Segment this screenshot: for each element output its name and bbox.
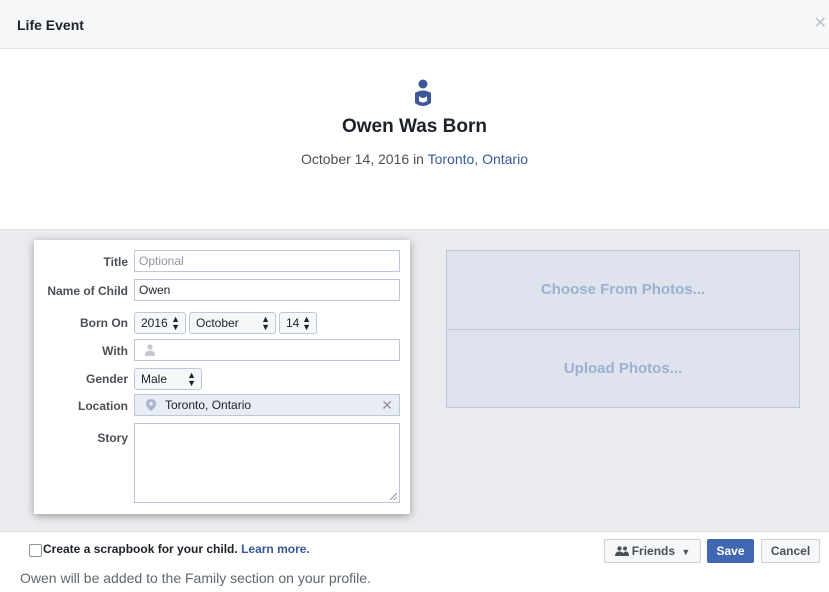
event-form: Title Optional Name of Child Owen Born O… — [34, 240, 410, 514]
title-input[interactable]: Optional — [134, 250, 400, 272]
save-button[interactable]: Save — [707, 539, 754, 563]
dialog-footer: Create a scrapbook for your child. Learn… — [0, 531, 829, 592]
select-arrows-icon: ▲ ▼ — [302, 314, 311, 332]
born-on-label: Born On — [80, 316, 128, 330]
born-on-row: Born On 2016 ▲ ▼ October ▲ ▼ 14 ▲ ▼ — [34, 311, 410, 335]
privacy-selector-button[interactable]: Friends ▼ — [604, 539, 701, 563]
dialog-title: Life Event — [17, 17, 84, 33]
chevron-down-icon: ▼ — [681, 547, 691, 557]
resize-handle-icon[interactable] — [389, 492, 397, 500]
scrapbook-text: Create a scrapbook for your child. — [43, 542, 238, 556]
location-row: Location Toronto, Ontario ✕ — [34, 394, 410, 418]
family-note: Owen will be added to the Family section… — [20, 570, 371, 586]
gender-row: Gender Male ▲ ▼ — [34, 367, 410, 391]
select-arrows-icon: ▲ ▼ — [187, 370, 196, 388]
year-value: 2016 — [141, 316, 168, 330]
day-select[interactable]: 14 ▲ ▼ — [279, 312, 317, 334]
child-name-input[interactable]: Owen — [134, 279, 400, 301]
month-value: October — [196, 316, 239, 330]
with-input[interactable] — [134, 339, 400, 361]
scrapbook-label: Create a scrapbook for your child. Learn… — [43, 542, 310, 556]
clear-location-icon[interactable]: ✕ — [381, 397, 393, 414]
event-location-link[interactable]: Toronto, Ontario — [428, 151, 528, 167]
cancel-button[interactable]: Cancel — [761, 539, 820, 563]
scrapbook-checkbox[interactable] — [29, 544, 42, 557]
child-name-label: Name of Child — [47, 284, 128, 298]
close-icon[interactable]: ✕ — [814, 16, 827, 32]
event-subtitle: October 14, 2016 in Toronto, Ontario — [0, 151, 829, 167]
day-value: 14 — [286, 316, 300, 330]
title-label: Title — [103, 255, 128, 269]
gender-label: Gender — [85, 372, 128, 386]
with-label: With — [102, 344, 128, 358]
story-textarea[interactable] — [134, 423, 400, 503]
month-select[interactable]: October ▲ ▼ — [189, 312, 276, 334]
gender-value: Male — [141, 372, 168, 386]
event-preview: Owen Was Born October 14, 2016 in Toront… — [0, 49, 829, 229]
story-label: Story — [97, 431, 128, 445]
location-pin-icon — [146, 399, 156, 411]
baby-icon — [415, 79, 431, 106]
dialog-header: Life Event ✕ — [0, 0, 829, 49]
location-input[interactable]: Toronto, Ontario ✕ — [134, 394, 400, 416]
with-row: With — [34, 339, 410, 363]
friends-icon — [614, 546, 629, 556]
photo-options: Choose From Photos... Upload Photos... — [446, 250, 800, 408]
year-select[interactable]: 2016 ▲ ▼ — [134, 312, 186, 334]
choose-from-photos-button[interactable]: Choose From Photos... — [447, 251, 799, 330]
child-name-row: Name of Child Owen — [34, 279, 410, 303]
privacy-label: Friends — [631, 544, 676, 558]
learn-more-link[interactable]: Learn more. — [241, 542, 310, 556]
gender-select[interactable]: Male ▲ ▼ — [134, 368, 202, 390]
location-value: Toronto, Ontario — [165, 398, 252, 412]
location-label: Location — [78, 399, 128, 413]
select-arrows-icon: ▲ ▼ — [261, 314, 270, 332]
event-title: Owen Was Born — [342, 116, 487, 137]
person-icon — [145, 344, 155, 356]
event-in: in — [413, 151, 424, 167]
title-row: Title Optional — [34, 250, 410, 274]
event-date: October 14, 2016 — [300, 151, 410, 167]
select-arrows-icon: ▲ ▼ — [171, 314, 180, 332]
upload-photos-button[interactable]: Upload Photos... — [447, 330, 799, 408]
